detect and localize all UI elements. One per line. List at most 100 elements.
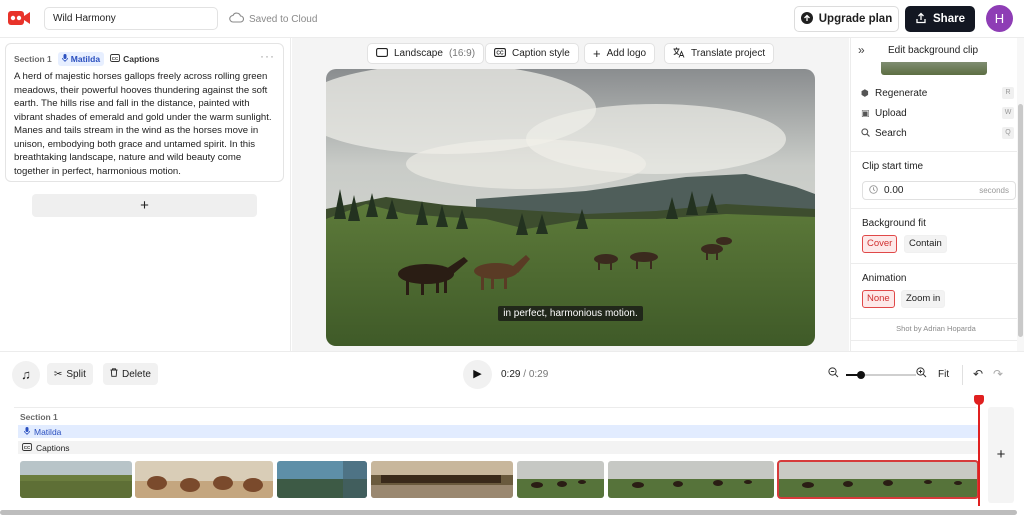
shortcut-key: W: [1002, 107, 1014, 119]
clip-start-time-label: Clip start time: [862, 161, 924, 172]
microphone-icon: [61, 54, 68, 64]
fit-cover-button[interactable]: Cover: [862, 235, 898, 253]
timeline-clip[interactable]: [135, 461, 273, 498]
redo-icon[interactable]: ↷: [993, 367, 1003, 381]
add-clip-button[interactable]: +: [988, 407, 1014, 503]
divider: [851, 318, 1021, 319]
share-label: Share: [933, 13, 965, 25]
section-header: Section 1 Matilda CC Captions: [14, 52, 159, 66]
section-script-text[interactable]: A herd of majestic horses gallops freely…: [14, 70, 279, 178]
timeline-voice-label: Matilda: [34, 426, 62, 437]
translate-icon: [673, 47, 685, 61]
more-options-icon[interactable]: ···: [260, 49, 275, 63]
regenerate-button[interactable]: ⬢ Regenerate R: [861, 86, 1016, 100]
aspect-ratio: (16:9): [448, 48, 476, 59]
add-section-button[interactable]: +: [32, 194, 257, 217]
delete-button[interactable]: Delete: [103, 363, 158, 385]
add-logo-button[interactable]: + Add logo: [584, 43, 656, 64]
caption-overlay: in perfect, harmonious motion.: [326, 306, 815, 321]
arrow-up-circle-icon: [800, 11, 813, 27]
caption-text: in perfect, harmonious motion.: [498, 306, 643, 321]
timeline-captions-track[interactable]: CC Captions: [18, 441, 978, 454]
time-separator: /: [520, 369, 529, 380]
voice-name: Matilda: [70, 54, 101, 64]
timeline-voice-track[interactable]: Matilda: [18, 425, 978, 438]
timeline-scrollbar[interactable]: [0, 510, 1017, 515]
split-button[interactable]: ✂ Split: [47, 363, 93, 385]
collapse-panel-icon[interactable]: »: [858, 43, 865, 57]
divider: [851, 340, 1021, 341]
translate-label: Translate project: [691, 48, 766, 59]
fit-contain-button[interactable]: Contain: [904, 235, 947, 253]
top-bar: Wild Harmony Saved to Cloud Upgrade plan…: [0, 0, 1024, 38]
caption-style-button[interactable]: CC Caption style: [485, 43, 579, 64]
clip-settings-panel: » Edit background clip ⬢ Regenerate R ▣ …: [850, 38, 1021, 351]
play-icon: ▶: [473, 368, 482, 380]
timeline-clip-selected[interactable]: [777, 460, 979, 499]
current-time: 0:29: [501, 369, 521, 380]
timeline-clip[interactable]: [371, 461, 513, 498]
clip-panel-header: » Edit background clip: [851, 38, 1021, 62]
captions-chip[interactable]: CC Captions: [110, 54, 159, 64]
play-button[interactable]: ▶: [463, 360, 492, 389]
timeline-clip[interactable]: [608, 461, 774, 498]
animation-zoom-in-button[interactable]: Zoom in: [901, 290, 946, 308]
timeline-clip[interactable]: [517, 461, 604, 498]
divider: [851, 263, 1021, 264]
split-label: Split: [66, 368, 86, 380]
zoom-out-icon[interactable]: [828, 367, 839, 381]
section-card[interactable]: Section 1 Matilda CC Captions ··· A herd…: [5, 43, 284, 182]
playhead-handle[interactable]: [974, 395, 984, 405]
landscape-icon: [376, 47, 388, 60]
divider: [962, 365, 963, 385]
aspect-label: Landscape: [394, 48, 443, 59]
zoom-slider-handle[interactable]: [857, 371, 865, 379]
translate-project-button[interactable]: Translate project: [664, 43, 775, 64]
timeline: Section 1 Matilda CC Captions: [14, 407, 984, 503]
music-note-icon: ♫: [21, 367, 31, 382]
search-label: Search: [875, 127, 907, 139]
project-title-input[interactable]: Wild Harmony: [44, 7, 218, 30]
background-fit-label: Background fit: [862, 218, 926, 229]
clip-start-time-input[interactable]: 0.00 seconds: [862, 181, 1016, 200]
caption-style-label: Caption style: [512, 48, 570, 59]
upgrade-plan-label: Upgrade plan: [818, 13, 893, 25]
undo-icon[interactable]: ↶: [973, 367, 983, 381]
timeline-section-label[interactable]: Section 1: [14, 407, 976, 423]
delete-label: Delete: [122, 368, 151, 380]
video-preview[interactable]: in perfect, harmonious motion.: [326, 69, 815, 346]
app-logo-icon[interactable]: [8, 9, 30, 27]
section-title: Section 1: [14, 54, 52, 64]
animation-none-button[interactable]: None: [862, 290, 895, 308]
cc-icon: CC: [110, 54, 121, 64]
clip-credit: Shot by Adrian Hoparda: [896, 324, 976, 333]
avatar[interactable]: H: [986, 5, 1013, 32]
panel-scrollbar[interactable]: [1018, 104, 1023, 337]
video-frame-image: [326, 69, 815, 346]
music-button[interactable]: ♫: [12, 361, 40, 389]
add-logo-label: Add logo: [606, 48, 647, 59]
start-time-unit: seconds: [979, 186, 1009, 195]
dice-icon: ⬢: [861, 87, 869, 98]
microphone-icon: [24, 426, 30, 437]
search-button[interactable]: Search Q: [861, 126, 1016, 140]
aspect-ratio-button[interactable]: Landscape (16:9): [367, 43, 485, 64]
upload-button[interactable]: ▣ Upload W: [861, 106, 1016, 120]
upgrade-plan-button[interactable]: Upgrade plan: [794, 6, 899, 32]
regenerate-label: Regenerate: [875, 87, 928, 99]
voice-chip[interactable]: Matilda: [57, 52, 105, 66]
shortcut-key: Q: [1002, 127, 1014, 139]
scissors-icon: ✂: [54, 368, 63, 380]
svg-text:CC: CC: [112, 56, 119, 61]
shortcut-key: R: [1002, 87, 1014, 99]
share-button[interactable]: Share: [905, 6, 975, 32]
clip-thumbnail: [881, 62, 987, 75]
zoom-in-icon[interactable]: [916, 367, 927, 381]
timeline-clip[interactable]: [20, 461, 132, 498]
playback-controls: ♫ ✂ Split Delete ▶ 0:29 / 0:29 Fit ↶ ↷: [0, 351, 1024, 397]
fit-timeline-button[interactable]: Fit: [938, 369, 949, 380]
playback-time: 0:29 / 0:29: [501, 369, 548, 380]
cc-icon: CC: [22, 442, 32, 453]
playhead[interactable]: [978, 400, 980, 506]
timeline-clip[interactable]: [277, 461, 367, 498]
